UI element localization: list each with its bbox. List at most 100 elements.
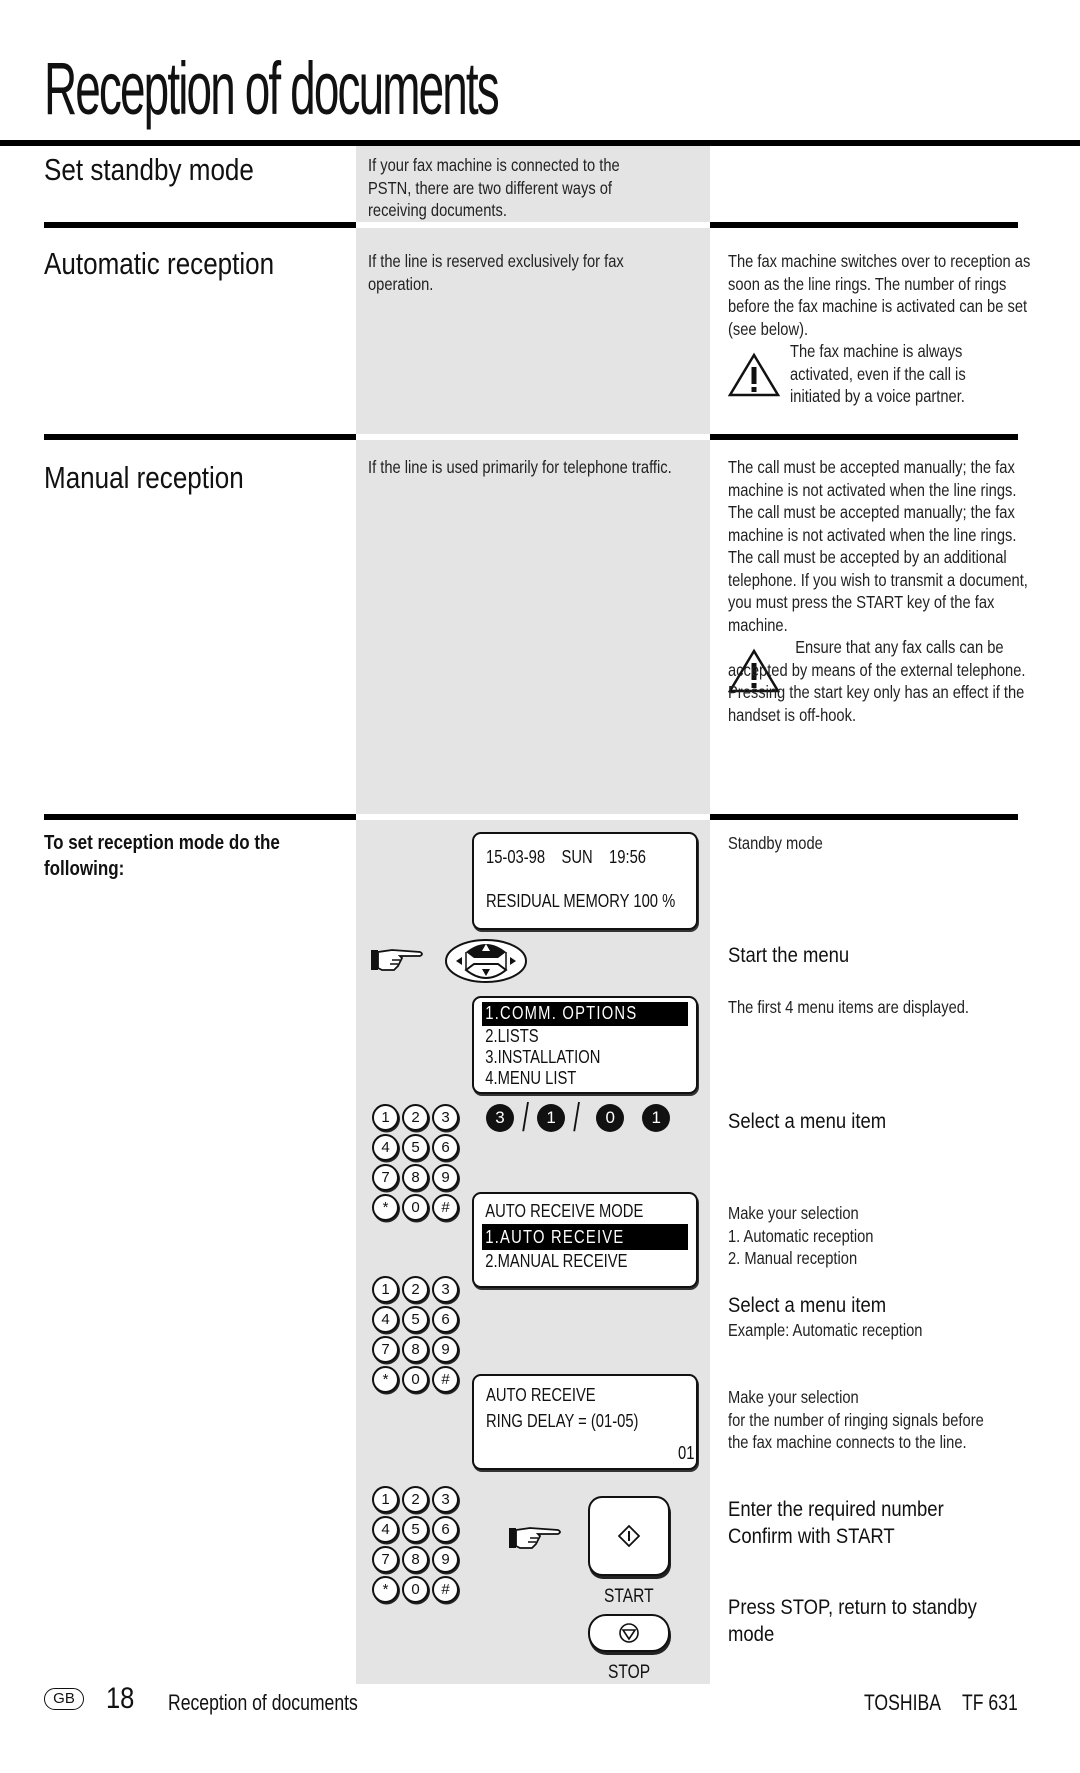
keypad-key[interactable]: 8	[402, 1164, 429, 1191]
standby-middle-text: If your fax machine is connected to the …	[368, 155, 620, 220]
step-text: Confirm with START	[728, 1525, 895, 1548]
keypad-row: 456	[372, 1516, 462, 1546]
keypad-key[interactable]: 0	[402, 1576, 429, 1603]
start-label: START	[604, 1586, 654, 1607]
keypad-key[interactable]: 5	[402, 1134, 429, 1161]
step-text: for the number of ringing signals before	[728, 1409, 984, 1430]
pointing-hand-icon	[509, 1527, 561, 1549]
seq-separator: /	[522, 1096, 529, 1140]
footer-section-title: Reception of documents	[168, 1690, 358, 1715]
page-title: Reception of documents	[44, 47, 500, 130]
lcd-standby-line1: 15-03-98 SUN 19:56	[486, 847, 646, 867]
keypad-row: * 0 #	[372, 1366, 462, 1396]
keypad-key[interactable]: 6	[432, 1516, 459, 1543]
keypad[interactable]: 1 2 3 4 5 6 7 8 9 * 0 #	[372, 1104, 462, 1224]
keypad-key[interactable]: 8	[402, 1336, 429, 1363]
seq-key: 3	[486, 1104, 514, 1132]
lcd-menu-item: 4.MENU LIST	[485, 1068, 577, 1088]
keypad-key[interactable]: *	[372, 1366, 399, 1393]
keypad-key[interactable]: 0	[402, 1194, 429, 1221]
seq-key: 1	[642, 1104, 671, 1132]
keypad-key[interactable]: 1	[372, 1104, 399, 1131]
keypad-key[interactable]: #	[432, 1576, 459, 1603]
keypad-key[interactable]: 9	[432, 1164, 459, 1191]
manual-warning-text: Ensure that any fax calls can be accepte…	[728, 637, 1026, 725]
manual-middle-text: If the line is used primarily for teleph…	[368, 457, 672, 477]
manual-right-text: The call must be accepted manually; the …	[728, 457, 1028, 635]
automatic-right-block: The fax machine switches over to recepti…	[728, 250, 1038, 408]
keypad-key[interactable]: 4	[372, 1134, 399, 1161]
step-text: 1. Automatic reception	[728, 1225, 874, 1246]
keypad-row: 456	[372, 1134, 462, 1164]
lcd-menu-item-selected: 1.COMM. OPTIONS	[482, 1002, 688, 1026]
lcd-ring-delay: AUTO RECEIVE RING DELAY = (01-05) 01	[472, 1374, 698, 1470]
lcd-delay-line1: AUTO RECEIVE	[486, 1385, 596, 1405]
keypad-key[interactable]: 9	[432, 1546, 459, 1573]
stop-icon	[619, 1623, 639, 1643]
keypad-row: 789	[372, 1164, 462, 1194]
lcd-delay-value: 01	[677, 1443, 695, 1463]
keypad-key[interactable]: 9	[432, 1336, 459, 1363]
keypad-key[interactable]: 1	[372, 1486, 399, 1513]
keypad-row: 123	[372, 1486, 462, 1516]
automatic-warning: The fax machine is always activated, eve…	[728, 340, 1038, 408]
step-text: Enter the required number	[728, 1498, 944, 1521]
keypad-key[interactable]: 7	[372, 1546, 399, 1573]
keypad-key[interactable]: 5	[402, 1306, 429, 1333]
step-ring-selection: Make your selection for the number of ri…	[728, 1386, 1032, 1454]
keypad-key[interactable]: 2	[402, 1486, 429, 1513]
seq-separator: /	[573, 1096, 581, 1140]
keypad-key[interactable]: 3	[432, 1276, 459, 1303]
keypad-key[interactable]: #	[432, 1366, 459, 1393]
navigation-keys[interactable]	[444, 938, 528, 984]
step-select-item-2: Select a menu item Example: Automatic re…	[728, 1292, 960, 1342]
step-first-items: The first 4 menu items are displayed.	[728, 997, 970, 1017]
keypad-key[interactable]: 2	[402, 1276, 429, 1303]
rule-left-2	[44, 434, 356, 440]
lcd-menu-item: 3.INSTALLATION	[485, 1047, 601, 1067]
keypad-key[interactable]: 6	[432, 1306, 459, 1333]
start-button[interactable]	[588, 1496, 670, 1576]
rule-right-3	[710, 814, 1018, 820]
keypad[interactable]: 1 2 3 4 5 6 7 8 9 * 0 #	[372, 1276, 462, 1396]
keypad-key[interactable]: 1	[372, 1276, 399, 1303]
keypad-row: * 0 #	[372, 1576, 462, 1606]
keypad-key[interactable]: 7	[372, 1336, 399, 1363]
warning-icon	[728, 352, 780, 397]
stop-button[interactable]	[588, 1614, 670, 1652]
keypad-key[interactable]: 7	[372, 1164, 399, 1191]
step-enter-number: Enter the required number Confirm with S…	[728, 1496, 973, 1550]
step-text: Example: Automatic reception	[728, 1320, 923, 1340]
step-text: Select a menu item	[728, 1294, 887, 1317]
keypad-key[interactable]: 8	[402, 1546, 429, 1573]
seq-key: 0	[596, 1104, 625, 1132]
lcd-mode-title: AUTO RECEIVE MODE	[485, 1201, 644, 1221]
automatic-middle-text: If the line is reserved exclusively for …	[368, 251, 624, 294]
step-text: 2. Manual reception	[728, 1248, 858, 1268]
keypad-key[interactable]: #	[432, 1194, 459, 1221]
keypad-key[interactable]: 6	[432, 1134, 459, 1161]
keypad-key[interactable]: 3	[432, 1486, 459, 1513]
step-make-selection: Make your selection 1. Automatic recepti…	[728, 1202, 901, 1270]
step-start-menu: Start the menu	[728, 944, 850, 967]
step-text: Make your selection	[728, 1203, 859, 1223]
keypad[interactable]: 1 2 3 4 5 6 7 8 9 * 0 #	[372, 1486, 462, 1606]
keypad-key[interactable]: 2	[402, 1104, 429, 1131]
keypad-row: 456	[372, 1306, 462, 1336]
manual-right-block: The call must be accepted manually; the …	[728, 456, 1038, 726]
rule-left-1	[44, 222, 356, 228]
keypad-key[interactable]: 4	[372, 1516, 399, 1543]
keypad-key[interactable]: 0	[402, 1366, 429, 1393]
key-sequence: 3 / 1 / 0 1	[486, 1096, 671, 1140]
keypad-key[interactable]: 3	[432, 1104, 459, 1131]
automatic-warning-text: The fax machine is always activated, eve…	[790, 341, 966, 406]
keypad-key[interactable]: *	[372, 1576, 399, 1603]
rule-right-1	[710, 222, 1018, 228]
seq-key: 1	[537, 1104, 566, 1132]
keypad-key[interactable]: 4	[372, 1306, 399, 1333]
keypad-key[interactable]: 5	[402, 1516, 429, 1543]
keypad-key[interactable]: *	[372, 1194, 399, 1221]
keypad-row: * 0 #	[372, 1194, 462, 1224]
lcd-mode-item: 2.MANUAL RECEIVE	[485, 1251, 628, 1271]
procedure-heading: To set reception mode do the following:	[44, 832, 280, 880]
